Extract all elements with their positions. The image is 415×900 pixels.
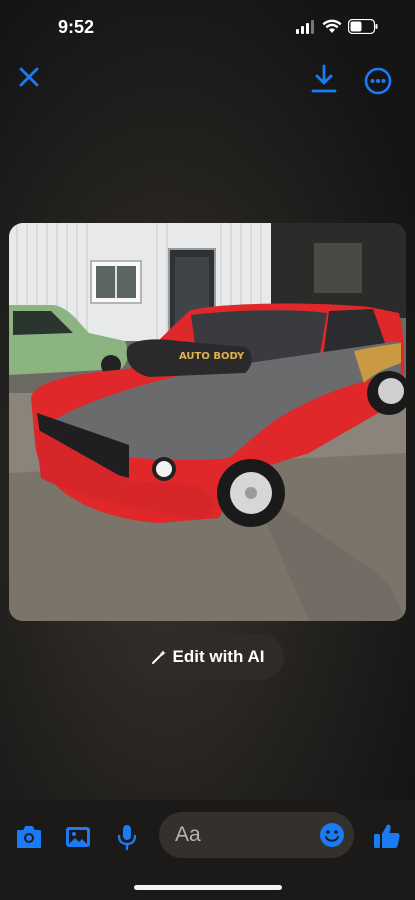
status-time: 9:52 bbox=[58, 17, 95, 37]
car-photo-illustration: AUTO BODY bbox=[9, 223, 406, 621]
camera-icon[interactable] bbox=[15, 823, 43, 851]
message-input-field[interactable]: Aa bbox=[159, 812, 354, 858]
car-photo[interactable]: AUTO BODY bbox=[9, 223, 406, 621]
thumbs-up-icon[interactable] bbox=[372, 821, 402, 851]
more-options-icon[interactable] bbox=[364, 67, 392, 95]
cellular-signal-icon bbox=[296, 20, 314, 34]
edit-with-ai-button[interactable]: Edit with AI bbox=[131, 634, 284, 680]
battery-icon bbox=[348, 19, 378, 34]
close-icon[interactable] bbox=[16, 64, 42, 90]
message-input-placeholder: Aa bbox=[175, 823, 201, 846]
home-indicator[interactable] bbox=[134, 885, 282, 890]
microphone-icon[interactable] bbox=[113, 823, 141, 851]
hood-scoop-sign: AUTO BODY bbox=[179, 351, 245, 362]
magic-wand-icon bbox=[151, 650, 166, 664]
gallery-icon[interactable] bbox=[64, 823, 92, 851]
wifi-icon bbox=[322, 19, 342, 33]
emoji-icon[interactable] bbox=[319, 822, 345, 848]
edit-with-ai-label: Edit with AI bbox=[172, 647, 265, 666]
status-bar: 9:52 bbox=[0, 0, 415, 56]
download-icon[interactable] bbox=[311, 64, 337, 94]
